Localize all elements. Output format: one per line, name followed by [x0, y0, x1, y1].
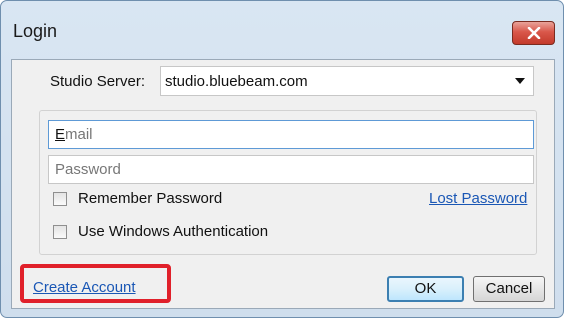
login-dialog: Login Studio Server: studio.bluebeam.com…	[0, 0, 564, 318]
lost-password-link[interactable]: Lost Password	[429, 190, 527, 207]
remember-password-label[interactable]: Remember Password	[78, 190, 222, 207]
email-placeholder-rest: mail	[65, 126, 93, 143]
email-field[interactable]: Email	[48, 120, 534, 149]
close-icon	[527, 27, 540, 39]
ok-button[interactable]: OK	[387, 276, 464, 302]
windows-auth-label[interactable]: Use Windows Authentication	[78, 223, 268, 240]
server-label: Studio Server:	[50, 73, 146, 90]
server-select[interactable]: studio.bluebeam.com	[160, 66, 534, 96]
dialog-title: Login	[13, 21, 58, 41]
windows-auth-checkbox[interactable]	[53, 225, 67, 239]
cancel-button[interactable]: Cancel	[473, 276, 545, 302]
remember-password-checkbox[interactable]	[53, 192, 67, 206]
chevron-down-icon[interactable]	[515, 78, 525, 84]
password-field[interactable]: Password	[48, 155, 534, 184]
close-button[interactable]	[512, 21, 555, 45]
dialog-body: Studio Server: studio.bluebeam.com Email…	[11, 59, 555, 309]
email-placeholder-first: E	[55, 126, 66, 143]
password-placeholder: Password	[55, 161, 121, 178]
highlight-box	[20, 264, 171, 303]
server-value: studio.bluebeam.com	[165, 73, 308, 90]
